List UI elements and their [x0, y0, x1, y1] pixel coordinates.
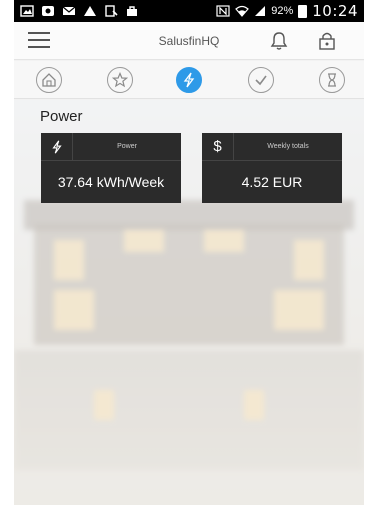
weekly-totals-card[interactable]: $ Weekly totals 4.52 EUR	[202, 132, 342, 203]
bell-icon[interactable]	[270, 31, 288, 51]
app-title: SalusfinHQ	[158, 34, 220, 48]
power-card[interactable]: Power 37.64 kWh/Week	[41, 132, 181, 203]
nfc-icon	[216, 5, 230, 17]
star-icon	[112, 72, 128, 88]
tab-favorites[interactable]	[107, 67, 133, 93]
tab-power[interactable]	[176, 67, 202, 93]
checkmark-icon	[255, 75, 267, 86]
hourglass-icon	[328, 73, 336, 87]
home-icon	[42, 73, 56, 87]
tab-check[interactable]	[248, 67, 274, 93]
cell-signal-icon	[255, 6, 266, 16]
tab-timer[interactable]	[319, 67, 345, 93]
status-bar: 92% 10:24	[14, 0, 364, 22]
weekly-totals-card-label: Weekly totals	[267, 143, 309, 150]
warning-icon	[84, 6, 96, 16]
notification-icons	[20, 5, 139, 17]
tab-home[interactable]	[36, 67, 62, 93]
bag-icon	[127, 6, 137, 16]
download-icon	[105, 5, 118, 17]
system-status: 92% 10:24	[216, 2, 358, 20]
image-notification-icon	[20, 5, 34, 17]
app-notification-icon	[42, 6, 54, 16]
mail-icon	[62, 6, 76, 15]
lightning-icon	[183, 72, 195, 88]
lightning-icon	[41, 132, 73, 161]
phone-screen: 92% 10:24 SalusfinHQ Power Power 37.64 k…	[14, 0, 364, 505]
app-bar: SalusfinHQ	[14, 22, 364, 60]
wifi-icon	[235, 5, 250, 17]
battery-icon	[298, 4, 308, 18]
lock-icon[interactable]	[318, 31, 336, 51]
weekly-totals-card-value: 4.52 EUR	[241, 174, 303, 190]
dollar-icon: $	[202, 132, 234, 161]
power-card-value: 37.64 kWh/Week	[57, 174, 165, 190]
battery-percent: 92%	[271, 5, 294, 17]
power-card-label: Power	[117, 143, 137, 150]
section-title: Power	[40, 108, 83, 125]
tab-bar	[14, 61, 364, 99]
clock: 10:24	[312, 2, 358, 20]
